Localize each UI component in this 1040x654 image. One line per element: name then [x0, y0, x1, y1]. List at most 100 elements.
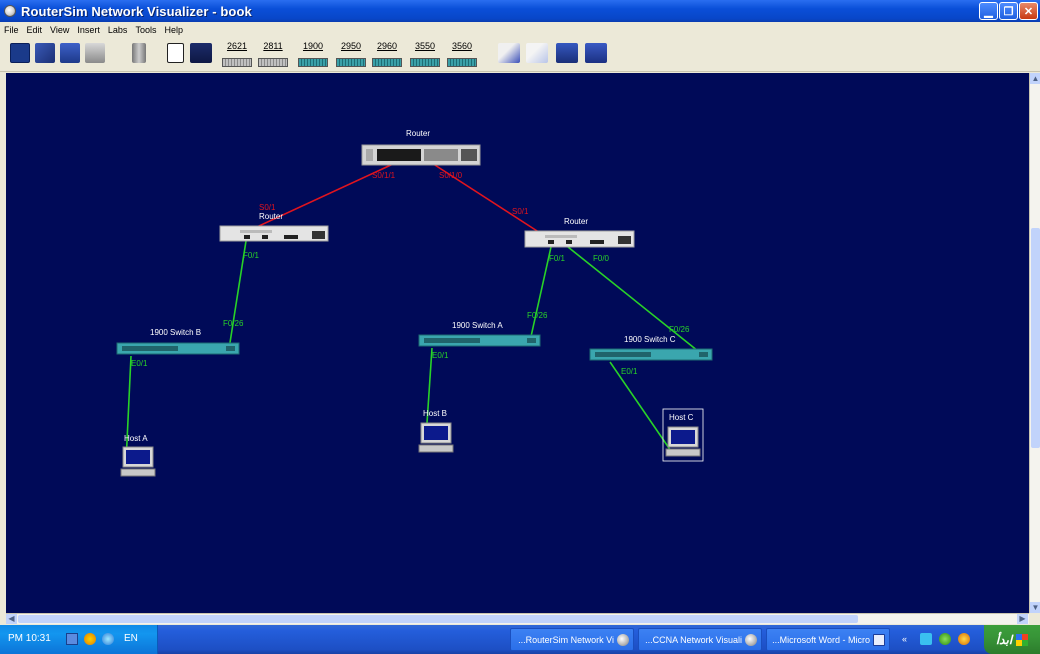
device-label: Host B — [423, 409, 447, 418]
switch-icon — [372, 58, 402, 67]
delete-icon[interactable] — [132, 43, 146, 63]
menu-bar: File Edit View Insert Labs Tools Help — [0, 22, 1040, 37]
new-document-icon[interactable] — [167, 43, 184, 63]
start-label: ابدأ — [995, 632, 1013, 647]
menu-help[interactable]: Help — [160, 25, 187, 35]
pc-icon[interactable] — [190, 43, 212, 63]
add-3560-switch-button[interactable]: 3560 — [447, 41, 477, 67]
device-label: Host C — [669, 413, 694, 422]
switch-icon — [336, 58, 366, 67]
vertical-scrollbar[interactable]: ▲ ▼ — [1029, 73, 1040, 613]
port-label: S0/1/1 — [372, 171, 396, 180]
port-label: F0/1 — [549, 254, 566, 263]
scroll-down-icon[interactable]: ▼ — [1030, 602, 1040, 613]
open-folder-icon[interactable] — [35, 43, 55, 63]
toolbar: 2621 2811 1900 2950 2960 3550 3560 — [0, 37, 1040, 72]
right-router[interactable]: Router — [524, 217, 635, 248]
menu-insert[interactable]: Insert — [73, 25, 104, 35]
title-bar[interactable]: RouterSim Network Visualizer - book ▁ ❐ … — [0, 0, 1040, 22]
port-label: S0/1 — [259, 203, 276, 212]
maximize-button[interactable]: ❐ — [999, 2, 1018, 20]
switch-icon — [410, 58, 440, 67]
switch-icon — [447, 58, 477, 67]
left-router[interactable]: Router — [219, 212, 329, 242]
host-a[interactable]: Host A — [120, 434, 156, 477]
core-router[interactable]: Router — [361, 129, 481, 166]
start-button[interactable]: ابدأ — [984, 625, 1040, 654]
menu-view[interactable]: View — [46, 25, 73, 35]
host-b[interactable]: Host B — [418, 409, 454, 453]
add-2811-router-button[interactable]: 2811 — [258, 41, 288, 67]
port-label: S0/1/0 — [439, 171, 463, 180]
quick-launch: « — [892, 625, 978, 654]
app-window: RouterSim Network Visualizer - book ▁ ❐ … — [0, 0, 1040, 654]
chevron-icon[interactable]: « — [902, 634, 907, 646]
print-icon[interactable] — [85, 43, 105, 63]
port-label: S0/1 — [512, 207, 529, 216]
routersim-icon — [617, 633, 629, 646]
device-label: 1900 Switch C — [624, 335, 676, 344]
switch-icon — [298, 58, 328, 67]
connect-cable-icon[interactable] — [498, 43, 520, 63]
port-label: F0/0 — [593, 254, 610, 263]
menu-edit[interactable]: Edit — [23, 25, 47, 35]
browser-icon[interactable] — [958, 633, 970, 645]
network-info-icon[interactable] — [556, 43, 578, 63]
language-indicator[interactable]: EN — [124, 633, 138, 644]
messenger-icon[interactable] — [920, 633, 932, 645]
port-label: F0/26 — [527, 311, 548, 320]
system-tray: PM 10:31 EN — [0, 625, 158, 654]
routersim-icon — [745, 633, 757, 646]
task-ccna-visualizer[interactable]: ...CCNA Network Visuali — [638, 628, 762, 651]
router-icon — [222, 58, 252, 67]
add-3550-switch-button[interactable]: 3550 — [410, 41, 440, 67]
switch-b[interactable]: 1900 Switch B — [116, 328, 240, 355]
minimize-button[interactable]: ▁ — [979, 2, 998, 20]
network-icon[interactable] — [66, 633, 78, 645]
close-button[interactable]: ✕ — [1019, 2, 1038, 20]
ethernet-link-switchC-hostC[interactable] — [609, 361, 672, 452]
menu-labs[interactable]: Labs — [104, 25, 132, 35]
add-1900-switch-button[interactable]: 1900 — [298, 41, 328, 67]
terminal-icon[interactable] — [585, 43, 607, 63]
scroll-left-icon[interactable]: ◀ — [6, 614, 17, 624]
ethernet-link-router-switchA[interactable] — [529, 246, 552, 342]
scroll-up-icon[interactable]: ▲ — [1030, 73, 1040, 84]
port-label: F0/26 — [223, 319, 244, 328]
port-label: E0/1 — [432, 351, 449, 360]
switch-a[interactable]: 1900 Switch A — [418, 321, 541, 347]
port-label: E0/1 — [131, 359, 148, 368]
volume-icon[interactable] — [102, 633, 114, 645]
router-icon — [258, 58, 288, 67]
new-network-icon[interactable] — [10, 43, 30, 63]
add-2960-switch-button[interactable]: 2960 — [372, 41, 402, 67]
link-layer — [125, 157, 704, 464]
serial-link-core-right[interactable] — [423, 157, 549, 239]
port-label: F0/26 — [669, 325, 690, 334]
windows-logo-icon — [1016, 633, 1029, 646]
horizontal-scrollbar[interactable]: ◀ ▶ — [6, 613, 1029, 624]
device-label: 1900 Switch B — [150, 328, 201, 337]
device-label: Router — [406, 129, 430, 138]
network-canvas[interactable]: S0/1/1 S0/1 S0/1/0 S0/1 F0/1 F0/26 F0/1 … — [6, 73, 1029, 613]
window-title: RouterSim Network Visualizer - book — [21, 3, 252, 19]
clock[interactable]: PM 10:31 — [8, 633, 51, 644]
task-routersim[interactable]: ...RouterSim Network Vi — [510, 628, 634, 651]
device-label: Router — [259, 212, 283, 221]
app-icon — [4, 5, 16, 17]
add-2950-switch-button[interactable]: 2950 — [336, 41, 366, 67]
host-c[interactable]: Host C — [662, 408, 704, 462]
menu-tools[interactable]: Tools — [131, 25, 160, 35]
word-icon — [873, 633, 885, 646]
security-icon[interactable] — [84, 633, 96, 645]
menu-file[interactable]: File — [0, 25, 23, 35]
taskbar: PM 10:31 EN ...RouterSim Network Vi ...C… — [0, 625, 1040, 654]
add-2621-router-button[interactable]: 2621 — [222, 41, 252, 67]
vertical-scroll-thumb[interactable] — [1031, 228, 1040, 448]
horizontal-scroll-thumb[interactable] — [18, 615, 858, 623]
disconnect-icon[interactable] — [526, 43, 548, 63]
scroll-right-icon[interactable]: ▶ — [1017, 614, 1028, 624]
save-icon[interactable] — [60, 43, 80, 63]
media-icon[interactable] — [939, 633, 951, 645]
task-microsoft-word[interactable]: ...Microsoft Word - Micro — [766, 628, 890, 651]
